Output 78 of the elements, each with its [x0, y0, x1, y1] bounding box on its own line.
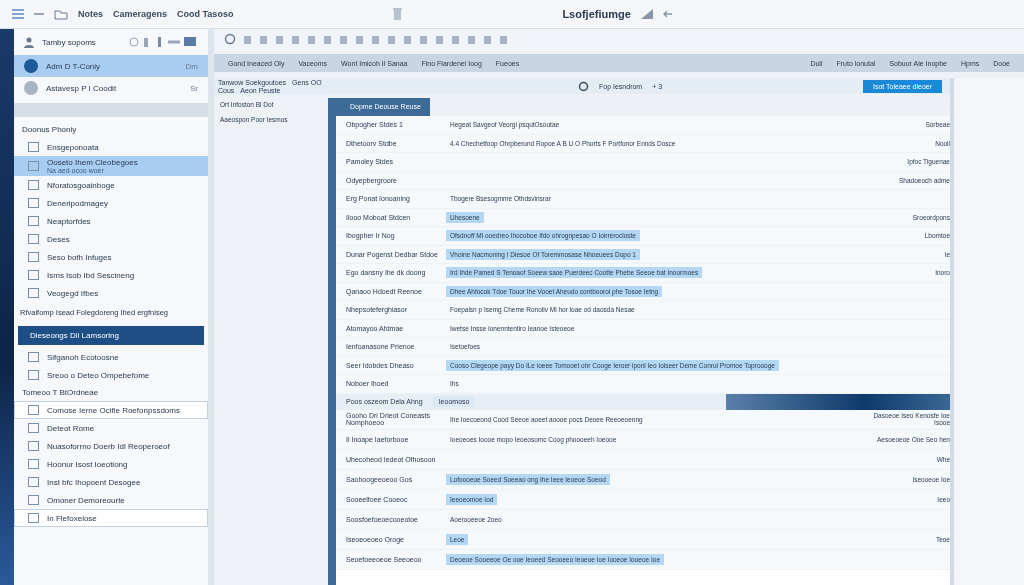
menu-item[interactable]: Cameragens: [113, 9, 168, 19]
item-count: Sr: [190, 83, 198, 93]
item-label: Deteot Rome: [47, 423, 95, 433]
item-count: Dm: [185, 61, 198, 71]
document-icon: [28, 234, 39, 244]
sidebar-item[interactable]: Sreoo o Deteo Ompebefome: [14, 366, 208, 384]
sidebar-item[interactable]: Neaptorfdes: [14, 212, 208, 230]
sidebar-title: Tamby sopoms: [42, 37, 97, 47]
item-label: Omoner Demoreourte: [47, 495, 125, 505]
sidebar-item[interactable]: Hoonur Isost Ioeotiong: [14, 455, 208, 473]
document-icon: [28, 477, 39, 487]
menu-item[interactable]: Notes: [78, 9, 103, 19]
document-icon: [28, 142, 39, 152]
item-label: Sifganoh Ecotoosne: [47, 352, 119, 362]
account-icon: [24, 59, 38, 73]
item-label: Astavesp P I Coodit: [46, 83, 118, 93]
section-title: Doonus Phoniy: [21, 124, 78, 136]
document-icon: [28, 252, 39, 262]
account-icon: [24, 81, 38, 95]
user-icon: [24, 36, 34, 48]
item-label: Sreoo o Deteo Ompebefome: [47, 370, 150, 380]
sidebar-item[interactable]: Seso bofh Infuges: [14, 248, 208, 266]
document-icon: [28, 495, 39, 505]
menu-icon[interactable]: [12, 9, 24, 19]
item-label: In Flefoxelose: [47, 513, 97, 523]
sidebar-item[interactable]: Inst bfc Ihopoent Desogee: [14, 473, 208, 491]
arrow-icon[interactable]: [662, 10, 673, 18]
document-icon: [28, 180, 39, 190]
folder-icon[interactable]: [54, 8, 68, 20]
document-icon: [28, 216, 39, 226]
sidebar-item[interactable]: Deneripodmagey: [14, 194, 208, 212]
sidebar-item[interactable]: Comose Ierne Ocifie Roefonpssdoms: [14, 401, 208, 419]
item-label: Neaptorfdes: [47, 216, 91, 226]
sidebar-item[interactable]: Ensgeponoata: [14, 138, 208, 156]
document-icon: [28, 198, 39, 208]
minus-icon[interactable]: [34, 12, 44, 16]
item-label: Nuasoforrno Doerb Idl Reoperoeof: [47, 441, 170, 451]
document-icon: [28, 288, 39, 298]
toolbar-icon[interactable]: [128, 36, 198, 48]
item-label: Nforatosgoainboge: [47, 180, 115, 190]
trash-icon[interactable]: [393, 8, 403, 20]
signal-icon: [640, 9, 653, 19]
sidebar-item[interactable]: Isms Isob Ibd Sescineng: [14, 266, 208, 284]
item-label: Seso bofh Infuges: [47, 252, 112, 262]
item-label: Inst bfc Ihopoent Desogee: [47, 477, 141, 487]
item-label: Comose Ierne Ocifie Roefonpssdoms: [47, 405, 180, 415]
item-label: Isms Isob Ibd Sescineng: [47, 270, 135, 280]
item-label: Deneripodmagey: [47, 198, 108, 208]
sidebar-item[interactable]: Astavesp P I Coodit Sr: [14, 77, 208, 99]
document-icon: [28, 352, 39, 362]
window-title: Lsofjefiumge: [562, 8, 631, 20]
menu-item[interactable]: Cood Tasoso: [177, 9, 234, 19]
item-label: Adm D T-Coniy: [46, 61, 102, 71]
sidebar-item[interactable]: In Flefoxelose: [14, 509, 208, 527]
sidebar-item[interactable]: Deteot Rome: [14, 419, 208, 437]
document-icon: [28, 370, 39, 380]
item-label: Hoonur Isost Ioeotiong: [47, 459, 128, 469]
sidebar-item[interactable]: Veogegd Ifbes: [14, 284, 208, 302]
section-header[interactable]: Dieseongs Dil Lamsoring: [18, 326, 204, 345]
section-title: Tomeoo T BtOrdneae: [21, 387, 100, 399]
document-icon: [28, 513, 39, 523]
sidebar-item[interactable]: Nuasoforrno Doerb Idl Reoperoeof: [14, 437, 208, 455]
item-label: Ensgeponoata: [47, 142, 99, 152]
item-label: Ooseto Ihem Cleobegoes: [47, 158, 138, 167]
sidebar-item[interactable]: Sifganoh Ecotoosne: [14, 348, 208, 366]
document-icon: [28, 459, 39, 469]
item-label: Deses: [47, 234, 70, 244]
sidebar-item[interactable]: Nforatosgoainboge: [14, 176, 208, 194]
document-icon: [28, 405, 39, 415]
document-icon: [28, 441, 39, 451]
sidebar-item[interactable]: Deses: [14, 230, 208, 248]
item-label: Veogegd Ifbes: [47, 288, 99, 298]
document-icon: [28, 161, 39, 171]
sidebar-item[interactable]: Omoner Demoreourte: [14, 491, 208, 509]
sidebar-item[interactable]: Adm D T-Coniy Dm: [14, 55, 208, 77]
document-icon: [28, 270, 39, 280]
refresh-icon[interactable]: [578, 80, 589, 92]
document-icon: [28, 423, 39, 433]
